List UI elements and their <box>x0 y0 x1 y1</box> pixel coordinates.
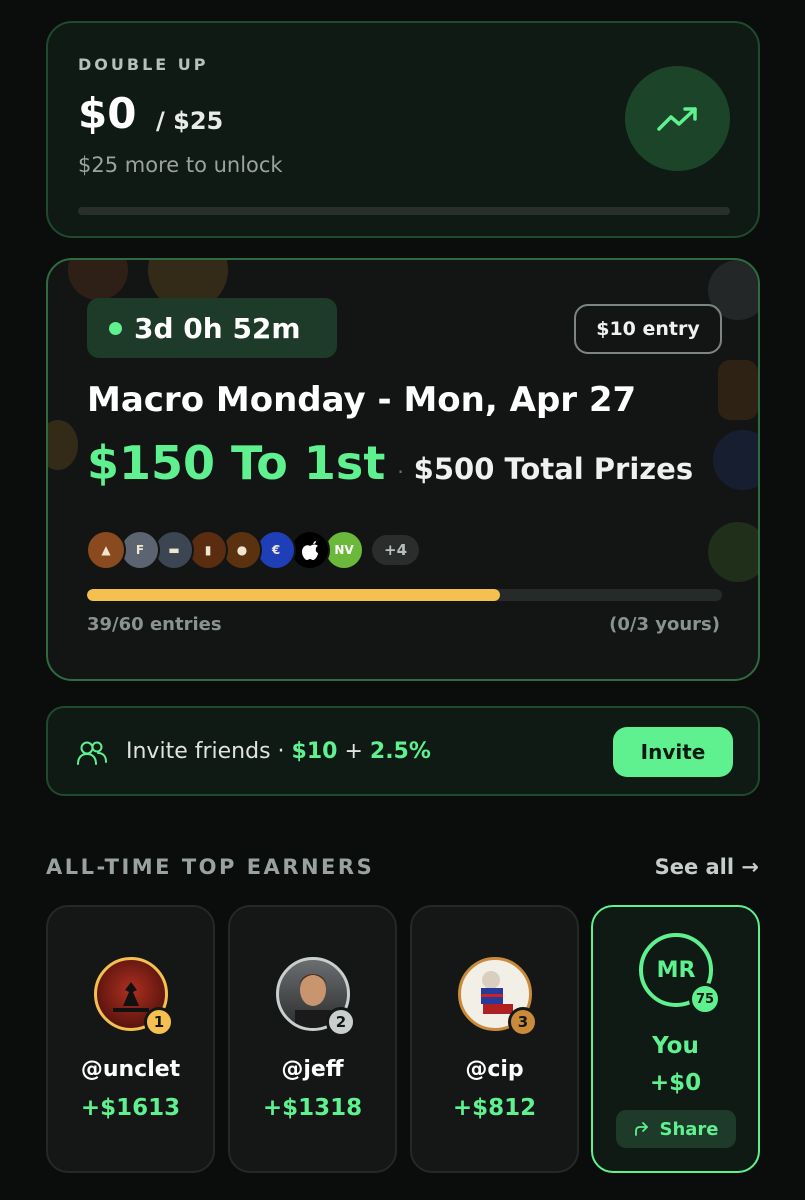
top-earners-title: ALL-TIME TOP EARNERS <box>46 855 375 879</box>
rank-badge: 2 <box>326 1007 356 1037</box>
invite-bonus-plus: + <box>344 739 363 764</box>
invite-button[interactable]: Invite <box>613 727 733 777</box>
share-button[interactable]: Share <box>616 1110 736 1148</box>
oil-drop-icon: ● <box>222 530 262 570</box>
earner-amount: +$1613 <box>80 1095 181 1121</box>
earner-card-2[interactable]: 2 @jeff +$1318 <box>228 905 397 1173</box>
earner-handle: @cip <box>465 1057 524 1082</box>
background-coin-icon <box>48 420 78 470</box>
more-assets-badge[interactable]: +4 <box>372 535 420 565</box>
share-label: Share <box>659 1118 719 1140</box>
nvidia-icon: NV <box>324 530 364 570</box>
total-prizes: $500 Total Prizes <box>413 452 694 486</box>
entries-progress <box>87 589 722 601</box>
double-up-subtitle: $25 more to unlock <box>78 153 283 177</box>
double-up-label: DOUBLE UP <box>78 55 209 74</box>
prize-separator: · <box>397 460 404 484</box>
earner-amount: +$812 <box>452 1095 537 1121</box>
earner-card-3[interactable]: 3 @cip +$812 <box>410 905 579 1173</box>
double-up-card[interactable]: DOUBLE UP $0 / $25 $25 more to unlock <box>46 21 760 238</box>
invite-bonus-amount: $10 <box>291 739 338 764</box>
countdown-text: 3d 0h 52m <box>134 311 301 345</box>
entries-progress-fill <box>87 589 500 601</box>
invite-label: Invite friends · <box>126 739 285 764</box>
friends-icon <box>76 739 108 771</box>
asset-list: ▲ F ▬ ▮ ● € NV +4 <box>86 530 420 570</box>
invite-card: Invite friends · $10 + 2.5% Invite <box>46 706 760 796</box>
trending-up-icon <box>625 66 730 171</box>
earner-card-1[interactable]: 1 @unclet +$1613 <box>46 905 215 1173</box>
you-amount: +$0 <box>649 1070 702 1096</box>
apple-icon <box>290 530 330 570</box>
coin-f-icon: F <box>120 530 160 570</box>
contest-title: Macro Monday - Mon, Apr 27 <box>87 380 637 420</box>
earner-handle: @unclet <box>80 1057 181 1082</box>
see-all-link[interactable]: See all → <box>655 855 759 879</box>
level-badge: 75 <box>689 983 721 1015</box>
entries-yours: (0/3 yours) <box>609 614 720 635</box>
background-coin-icon <box>713 430 758 490</box>
earner-handle: @jeff <box>281 1057 344 1082</box>
background-coin-icon <box>68 260 128 300</box>
invite-text: Invite friends · $10 + 2.5% <box>126 739 431 764</box>
share-arrow-icon <box>635 1122 649 1136</box>
first-prize: $150 To 1st <box>87 436 386 490</box>
double-up-target: / $25 <box>156 107 224 135</box>
double-up-current: $0 <box>78 89 137 138</box>
euro-plug-icon: € <box>256 530 296 570</box>
rank-badge: 3 <box>508 1007 538 1037</box>
background-coin-icon <box>718 360 758 420</box>
you-label: You <box>652 1033 699 1059</box>
live-dot-icon <box>109 321 122 335</box>
rank-badge: 1 <box>144 1007 174 1037</box>
entry-fee-badge[interactable]: $10 entry <box>574 304 722 354</box>
bell-icon: ▲ <box>86 530 126 570</box>
prize-row: $150 To 1st · $500 Total Prizes <box>87 436 693 490</box>
bag-icon: ▬ <box>154 530 194 570</box>
earner-amount: +$1318 <box>262 1095 363 1121</box>
entries-count: 39/60 entries <box>87 614 222 635</box>
double-up-progress <box>78 207 730 215</box>
barrel-icon: ▮ <box>188 530 228 570</box>
contest-card[interactable]: 3d 0h 52m $10 entry Macro Monday - Mon, … <box>46 258 760 681</box>
invite-bonus-percent: 2.5% <box>369 739 431 764</box>
background-coin-icon <box>708 522 758 582</box>
countdown-timer: 3d 0h 52m <box>87 298 337 358</box>
you-card[interactable]: MR 75 You +$0 Share <box>591 905 760 1173</box>
